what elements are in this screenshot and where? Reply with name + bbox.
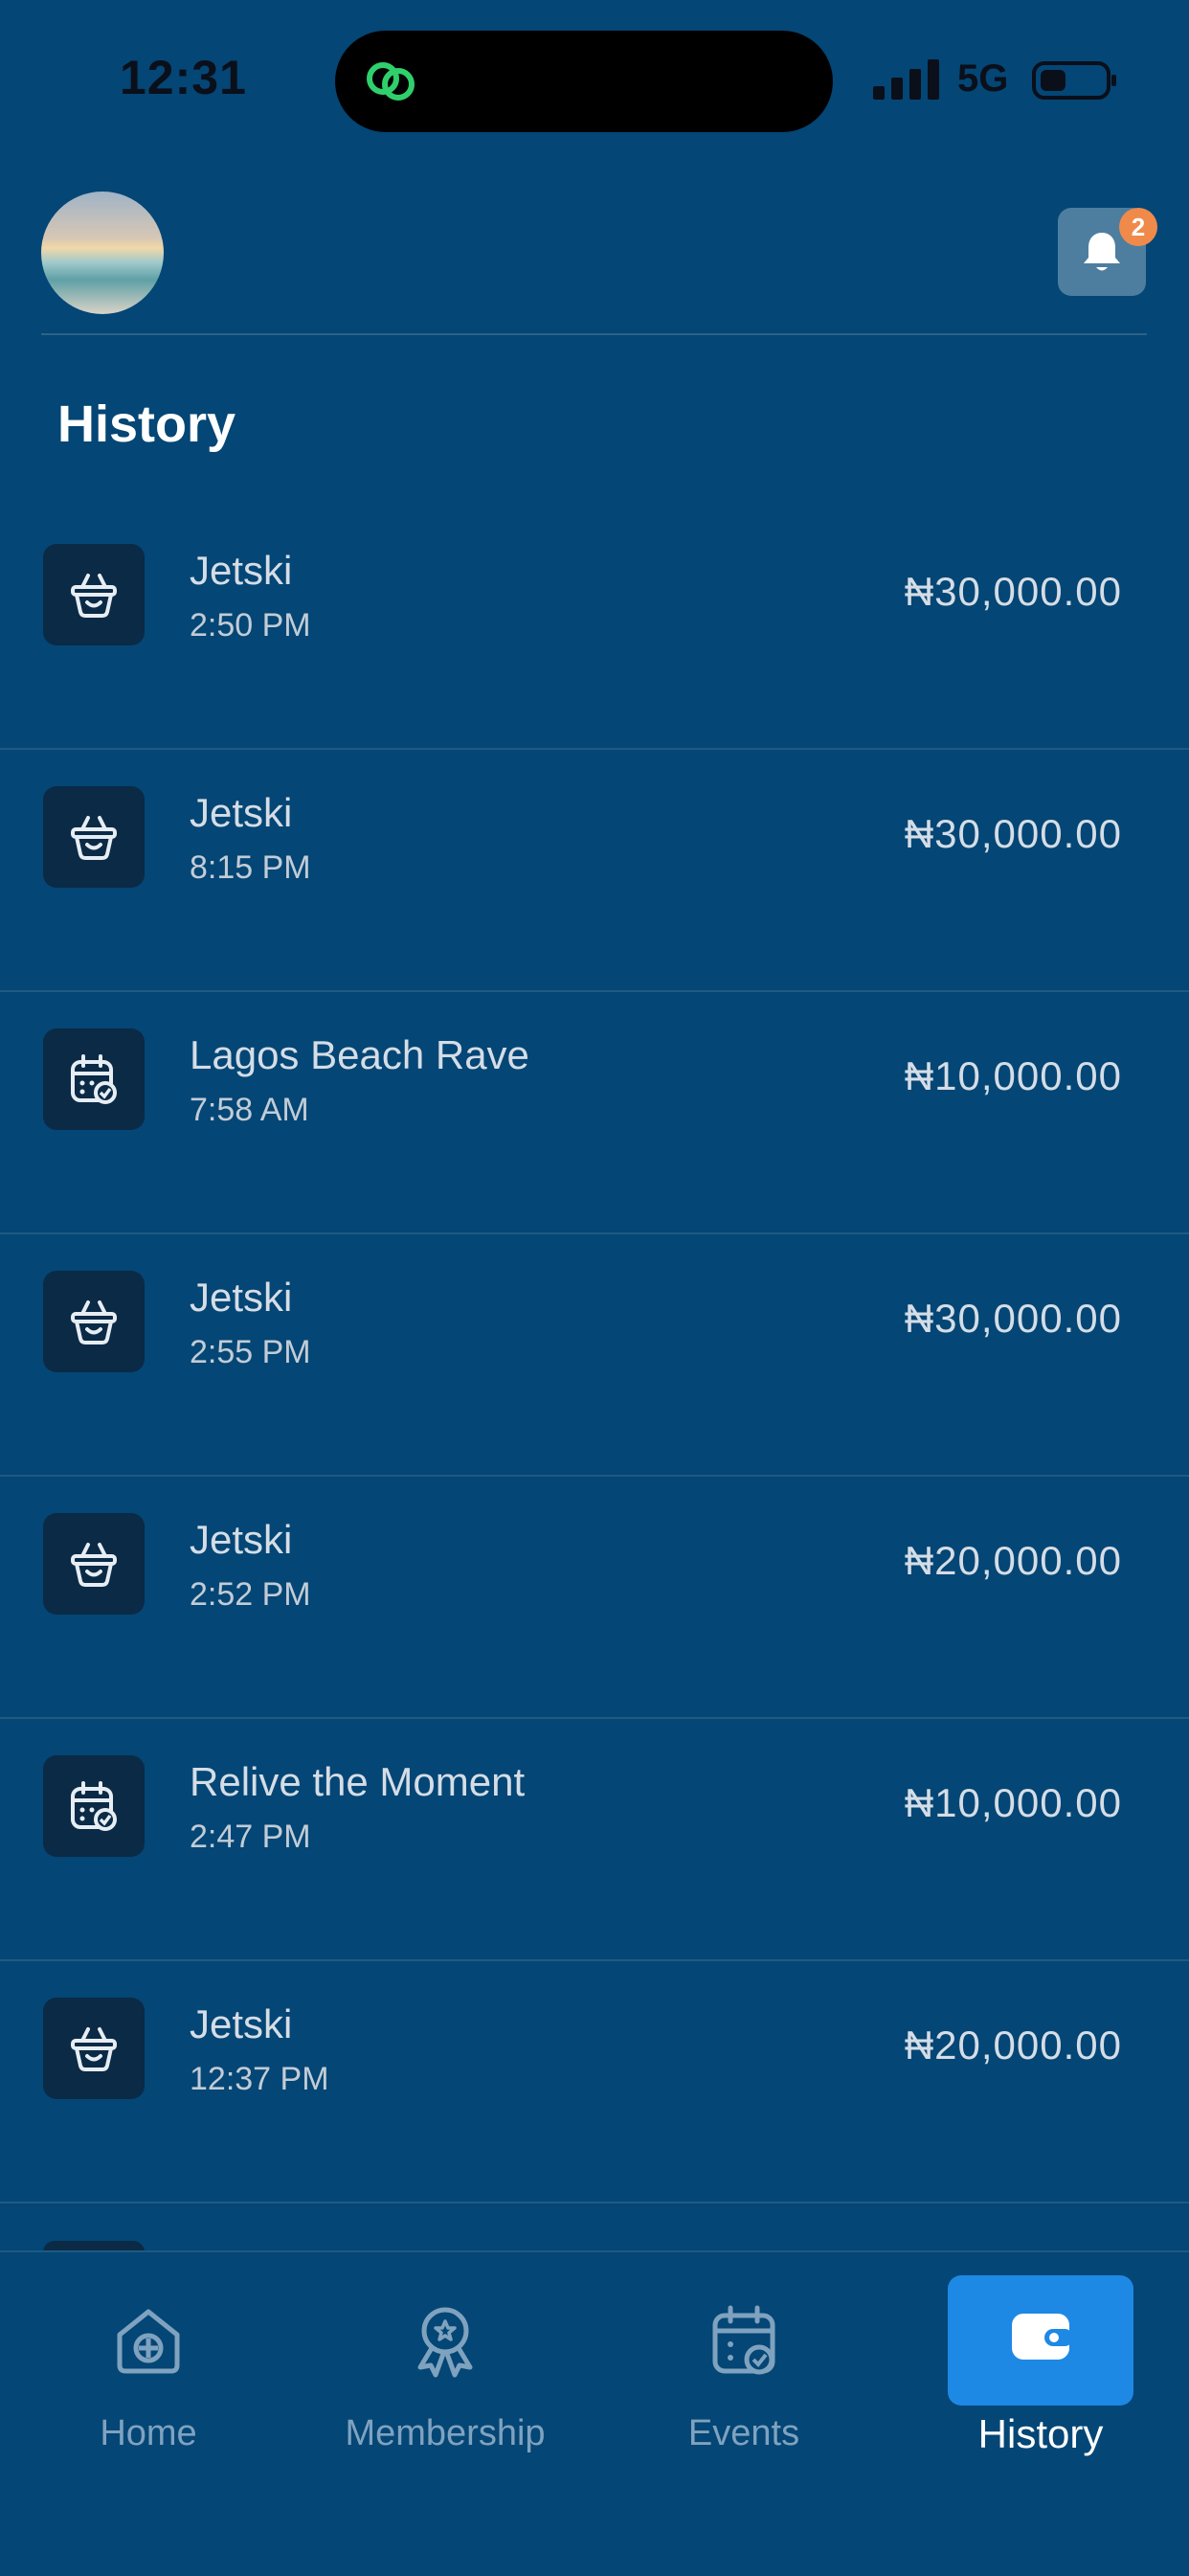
history-item-icon-tile (43, 1755, 145, 1857)
history-item-amount: ₦30,000.00 (904, 811, 1122, 856)
basket-icon (71, 1543, 117, 1587)
dynamic-island (335, 31, 833, 132)
basket-icon (71, 1300, 117, 1344)
header-divider (41, 333, 1147, 335)
history-item-time: 2:55 PM (190, 1334, 311, 1370)
home-icon (117, 2309, 180, 2374)
history-item-title: Jetski (190, 2001, 293, 2046)
history-item-amount: ₦10,000.00 (904, 1053, 1122, 1098)
battery-icon (1032, 61, 1116, 100)
history-item-icon-tile (43, 1513, 145, 1615)
history-item[interactable]: Jetski 2:50 PM ₦30,000.00 (0, 508, 1189, 750)
nav-history[interactable]: History (935, 2252, 1146, 2456)
history-item-title: Lagos Beach Rave (190, 1032, 529, 1077)
history-item-time: 8:15 PM (190, 849, 311, 886)
history-item-amount: ₦20,000.00 (904, 1538, 1122, 1583)
history-item[interactable]: Jetski 12:37 PM ₦20,000.00 (0, 1961, 1189, 2203)
calendar-icon (712, 2305, 775, 2375)
history-item-amount: ₦30,000.00 (904, 569, 1122, 614)
avatar[interactable] (41, 192, 164, 314)
nav-label-history: History (977, 2411, 1104, 2456)
history-item-icon-tile (43, 544, 145, 645)
nav-label-home: Home (100, 2413, 197, 2453)
basket-icon (71, 2027, 117, 2071)
nav-home[interactable]: Home (43, 2252, 254, 2453)
history-item[interactable]: Relive the Moment 2:47 PM ₦10,000.00 (0, 1719, 1189, 1961)
history-item[interactable]: Jetski 2:52 PM ₦20,000.00 (0, 1477, 1189, 1719)
nav-label-membership: Membership (345, 2413, 546, 2453)
basket-icon (71, 816, 117, 860)
nav-membership[interactable]: Membership (340, 2252, 550, 2453)
history-item-icon-tile (43, 1271, 145, 1372)
history-item-amount: ₦20,000.00 (904, 2022, 1122, 2068)
calendar-icon (71, 1781, 117, 1831)
history-item-title: Jetski (190, 1517, 293, 1562)
wallet-icon (1012, 2314, 1073, 2360)
status-bar: 12:31 5G (0, 0, 1189, 163)
history-item-icon-tile (43, 786, 145, 888)
bottom-nav: Home Membership Events History (0, 2250, 1189, 2576)
history-item-time: 2:50 PM (190, 607, 311, 644)
status-time: 12:31 (120, 51, 247, 104)
bell-icon (1084, 233, 1120, 271)
history-item-time: 2:52 PM (190, 1576, 311, 1613)
calendar-icon (71, 1054, 117, 1104)
history-item-title: Jetski (190, 1275, 293, 1320)
history-item-title: Jetski (190, 548, 293, 593)
history-item[interactable]: Jetski 2:55 PM ₦30,000.00 (0, 1234, 1189, 1477)
history-list: Jetski 2:50 PM ₦30,000.00 Jetski 8:15 PM ₦30,… (0, 508, 1189, 2203)
history-item-icon-tile (43, 1028, 145, 1130)
basket-icon (71, 574, 117, 618)
link-icon (367, 62, 415, 101)
history-item[interactable]: Lagos Beach Rave 7:58 AM ₦10,000.00 (0, 992, 1189, 1234)
history-item-title: Jetski (190, 790, 293, 835)
nav-events[interactable]: Events (639, 2252, 849, 2453)
history-item-title: Relive the Moment (190, 1759, 526, 1804)
page-title: History (57, 395, 236, 453)
history-item-amount: ₦10,000.00 (904, 1780, 1122, 1825)
history-item[interactable]: Jetski 8:15 PM ₦30,000.00 (0, 750, 1189, 992)
nav-label-events: Events (687, 2413, 800, 2453)
history-item-time: 7:58 AM (190, 1092, 309, 1128)
history-item-amount: ₦30,000.00 (904, 1296, 1122, 1341)
award-icon (417, 2307, 473, 2378)
signal-icon (873, 59, 939, 100)
notification-badge: 2 (1119, 208, 1157, 246)
network-label: 5G (957, 57, 1009, 100)
history-item-icon-tile (43, 1998, 145, 2099)
history-item-time: 12:37 PM (190, 2061, 329, 2097)
history-item-time: 2:47 PM (190, 1819, 311, 1855)
